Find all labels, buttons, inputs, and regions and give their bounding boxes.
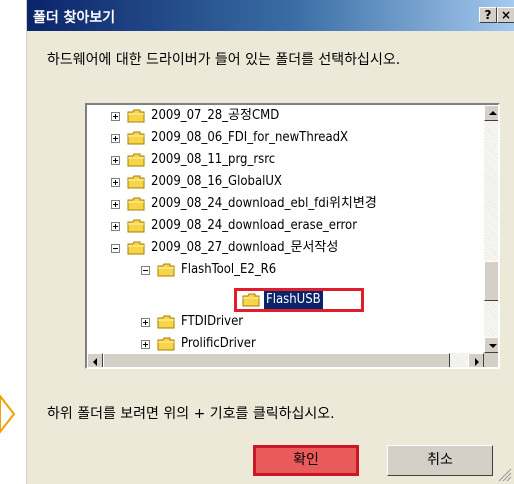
tree-item-2009-07-28[interactable]: 2009_07_28_공정CMD xyxy=(111,105,281,127)
folder-icon xyxy=(127,153,145,167)
tree-item-label: 2009_07_28_공정CMD xyxy=(151,108,280,123)
horizontal-scroll-thumb[interactable] xyxy=(103,353,450,367)
tree-item-2009-08-24-ebl[interactable]: 2009_08_24_download_ebl_fdi위치변경 xyxy=(111,193,379,215)
expand-plus-icon[interactable] xyxy=(141,339,150,349)
arrow-down-icon xyxy=(489,344,497,348)
folder-tree-panel[interactable]: 2009_07_28_공정CMD 2009_08_06_FDI_for_newT… xyxy=(85,103,500,369)
ok-button[interactable]: 확인 xyxy=(253,445,359,476)
tree-item-2009-08-16[interactable]: 2009_08_16_GlobalUX xyxy=(111,171,284,193)
horizontal-scrollbar[interactable] xyxy=(87,353,484,367)
tree-item-2009-08-11[interactable]: 2009_08_11_prg_rsrc xyxy=(111,149,277,171)
folder-icon xyxy=(157,337,175,351)
selected-tree-item-label: FlashUSB xyxy=(264,291,323,309)
folder-icon xyxy=(127,109,145,123)
collapse-minus-icon[interactable] xyxy=(111,243,120,253)
vertical-scrollbar[interactable] xyxy=(484,105,498,353)
tree-item-label: FTDIDriver xyxy=(181,314,244,329)
tree-item-label: 2009_08_06_FDI_for_newThreadX xyxy=(151,130,349,145)
hint-text: 하위 폴더를 보려면 위의 + 기호를 클릭하십시오. xyxy=(47,406,335,422)
expand-plus-icon[interactable] xyxy=(111,177,120,187)
folder-icon xyxy=(127,219,145,233)
folder-tree[interactable]: 2009_07_28_공정CMD 2009_08_06_FDI_for_newT… xyxy=(87,105,484,353)
expand-plus-icon[interactable] xyxy=(111,133,120,143)
close-button[interactable]: × xyxy=(497,7,514,23)
instruction-text: 하드웨어에 대한 드라이버가 들어 있는 폴더를 선택하십시오. xyxy=(47,52,401,68)
scrollbar-corner xyxy=(484,353,498,367)
folder-open-icon xyxy=(127,241,145,255)
folder-icon xyxy=(127,175,145,189)
tree-item-label: 2009_08_11_prg_rsrc xyxy=(151,152,276,167)
expand-plus-icon[interactable] xyxy=(141,317,150,327)
arrow-left-icon xyxy=(93,358,97,366)
tree-item-label: 2009_08_24_download_erase_error xyxy=(151,218,358,233)
tree-item-ftdidriver[interactable]: FTDIDriver xyxy=(141,311,245,333)
resize-grip-icon[interactable] xyxy=(498,468,512,482)
screen-canvas: 폴더 찾아보기 ? × 하드웨어에 대한 드라이버가 들어 있는 폴더를 선택하… xyxy=(0,0,514,484)
tree-item-2009-08-06[interactable]: 2009_08_06_FDI_for_newThreadX xyxy=(111,127,350,149)
folder-icon xyxy=(127,197,145,211)
arrow-up-icon xyxy=(489,111,497,115)
pointer-arrow-icon xyxy=(0,394,16,434)
arrow-right-icon xyxy=(475,358,479,366)
folder-icon xyxy=(157,315,175,329)
tree-item-prolificdriver[interactable]: ProlificDriver xyxy=(141,333,258,353)
dialog-title: 폴더 찾아보기 xyxy=(33,10,116,26)
cancel-button[interactable]: 취소 xyxy=(387,445,493,476)
scroll-down-button[interactable] xyxy=(484,337,498,353)
tree-item-2009-08-24-erase[interactable]: 2009_08_24_download_erase_error xyxy=(111,215,359,237)
tree-item-label: ProlificDriver xyxy=(181,336,256,351)
expand-plus-icon[interactable] xyxy=(111,221,120,231)
tree-item-label: 2009_08_16_GlobalUX xyxy=(151,174,282,189)
browse-folder-dialog: 폴더 찾아보기 ? × 하드웨어에 대한 드라이버가 들어 있는 폴더를 선택하… xyxy=(26,0,514,484)
tree-item-label: 2009_08_24_download_ebl_fdi위치변경 xyxy=(151,196,377,211)
tree-item-flashtool[interactable]: FlashTool_E2_R6 xyxy=(141,259,278,281)
tree-item-2009-08-27[interactable]: 2009_08_27_download_문서작성 xyxy=(111,237,340,259)
tree-item-label: FlashTool_E2_R6 xyxy=(181,262,277,277)
help-button[interactable]: ? xyxy=(479,7,497,23)
title-bar[interactable]: 폴더 찾아보기 ? × xyxy=(27,0,514,31)
folder-open-icon xyxy=(242,293,260,307)
scroll-right-button[interactable] xyxy=(468,353,484,367)
expand-plus-icon[interactable] xyxy=(111,111,120,121)
folder-icon xyxy=(127,131,145,145)
expand-plus-icon[interactable] xyxy=(111,199,120,209)
scroll-up-button[interactable] xyxy=(484,105,498,121)
expand-plus-icon[interactable] xyxy=(111,155,120,165)
tree-item-flashusb[interactable]: FlashUSB xyxy=(242,289,323,311)
collapse-minus-icon[interactable] xyxy=(141,265,150,275)
tree-item-label: 2009_08_27_download_문서작성 xyxy=(151,240,339,255)
vertical-scroll-thumb[interactable] xyxy=(484,261,498,301)
scroll-left-button[interactable] xyxy=(87,353,103,367)
folder-open-icon xyxy=(157,263,175,277)
